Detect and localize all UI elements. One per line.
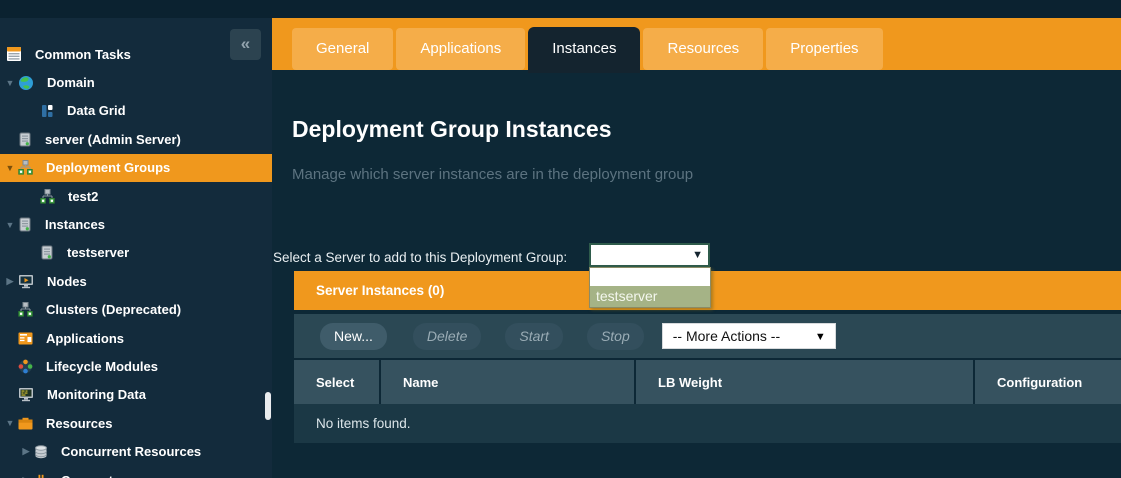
sidebar-item-label: Monitoring Data	[47, 387, 146, 402]
lifecycle-icon	[18, 359, 33, 374]
chevron-collapsed-icon[interactable]: ▶	[2, 276, 18, 287]
chevron-collapsed-icon[interactable]: ▶	[18, 446, 34, 457]
sidebar-item-deployment-groups[interactable]: ▼ Deployment Groups	[0, 154, 272, 182]
column-header-configuration: Configuration	[975, 360, 1121, 404]
cluster-icon	[18, 160, 33, 175]
more-actions-value: -- More Actions --	[673, 328, 780, 344]
column-header-select: Select	[294, 360, 379, 404]
chevron-expanded-icon[interactable]: ▼	[2, 163, 18, 173]
chevron-down-icon: ▼	[692, 249, 703, 261]
chevron-expanded-icon[interactable]: ▼	[2, 220, 18, 230]
sidebar-item-label: Resources	[46, 416, 112, 431]
sidebar-item-common-tasks[interactable]: Common Tasks	[0, 40, 272, 68]
sidebar-item-resources[interactable]: ▼ Resources	[0, 409, 272, 437]
navigation-sidebar: « Common Tasks ▼ Domain Data Grid server…	[0, 18, 272, 478]
top-strip	[0, 0, 1121, 18]
sidebar-item-connectors[interactable]: ▶ Connectors	[0, 466, 272, 478]
server-select-dropdown[interactable]: ▼	[589, 243, 710, 267]
server-select-open-list: testserver	[589, 267, 711, 308]
sidebar-item-label: Nodes	[47, 274, 87, 289]
sidebar-item-label: Connectors	[61, 473, 133, 478]
sidebar-item-label: server (Admin Server)	[45, 132, 181, 147]
tasks-icon	[6, 46, 22, 62]
sidebar-item-applications[interactable]: Applications	[0, 324, 272, 352]
delete-button[interactable]: Delete	[413, 323, 481, 350]
page-subtitle: Manage which server instances are in the…	[292, 166, 693, 183]
tab-general[interactable]: General	[292, 28, 393, 70]
more-actions-dropdown[interactable]: -- More Actions -- ▼	[662, 323, 836, 349]
table-empty-row: No items found.	[294, 404, 1121, 443]
sidebar-item-lifecycle-modules[interactable]: Lifecycle Modules	[0, 352, 272, 380]
server-icon	[18, 132, 32, 147]
column-header-lb-weight: LB Weight	[636, 360, 973, 404]
data-grid-icon	[40, 104, 54, 118]
sidebar-item-label: Applications	[46, 331, 124, 346]
server-select-label: Select a Server to add to this Deploymen…	[273, 250, 567, 265]
server-instances-table: Select Name LB Weight Configuration No i…	[294, 360, 1121, 443]
server-option-testserver[interactable]: testserver	[590, 286, 710, 307]
sidebar-item-label: Deployment Groups	[46, 160, 170, 175]
server-option-blank[interactable]	[590, 268, 710, 286]
server-icon	[40, 245, 54, 260]
sidebar-item-label: Clusters (Deprecated)	[46, 302, 181, 317]
page-title: Deployment Group Instances	[292, 116, 612, 143]
server-icon	[18, 217, 32, 232]
sidebar-item-monitoring-data[interactable]: Monitoring Data	[0, 381, 272, 409]
sidebar-item-instances[interactable]: ▼ Instances	[0, 210, 272, 238]
tab-properties[interactable]: Properties	[766, 28, 882, 70]
tab-resources[interactable]: Resources	[643, 28, 763, 70]
tab-instances[interactable]: Instances	[528, 27, 640, 73]
tab-applications[interactable]: Applications	[396, 28, 525, 70]
sidebar-item-concurrent-resources[interactable]: ▶ Concurrent Resources	[0, 437, 272, 465]
tab-bar: General Applications Instances Resources…	[272, 18, 1121, 70]
sidebar-item-domain[interactable]: ▼ Domain	[0, 68, 272, 96]
sidebar-item-data-grid[interactable]: Data Grid	[0, 97, 272, 125]
server-instances-title: Server Instances (0)	[316, 283, 444, 298]
plug-icon	[34, 473, 48, 478]
main-content: Deployment Group Instances Manage which …	[272, 70, 1121, 478]
sidebar-item-nodes[interactable]: ▶ Nodes	[0, 267, 272, 295]
start-button[interactable]: Start	[505, 323, 563, 350]
sidebar-item-testserver[interactable]: testserver	[0, 239, 272, 267]
resources-box-icon	[18, 417, 33, 430]
sidebar-item-clusters-deprecated[interactable]: Clusters (Deprecated)	[0, 296, 272, 324]
column-header-name: Name	[381, 360, 634, 404]
sidebar-item-label: Instances	[45, 217, 105, 232]
chevron-expanded-icon[interactable]: ▼	[2, 418, 18, 428]
sidebar-item-label: testserver	[67, 245, 129, 260]
sidebar-item-label: Data Grid	[67, 103, 126, 118]
globe-icon	[18, 75, 34, 91]
chevron-expanded-icon[interactable]: ▼	[2, 78, 18, 88]
cluster-icon	[18, 302, 33, 317]
cluster-icon	[40, 189, 55, 204]
chevron-down-icon: ▼	[815, 325, 826, 349]
sidebar-scrollbar-thumb[interactable]	[265, 392, 271, 420]
table-header-row: Select Name LB Weight Configuration	[294, 360, 1121, 404]
monitoring-icon	[18, 387, 34, 402]
sidebar-item-label: test2	[68, 189, 98, 204]
sidebar-item-label: Lifecycle Modules	[46, 359, 158, 374]
sidebar-item-label: Concurrent Resources	[61, 444, 201, 459]
stop-button[interactable]: Stop	[587, 323, 644, 350]
applications-icon	[18, 332, 33, 345]
sidebar-item-test2[interactable]: test2	[0, 182, 272, 210]
sidebar-item-label: Domain	[47, 75, 95, 90]
node-monitor-icon	[18, 274, 34, 289]
chevron-collapsed-icon[interactable]: ▶	[18, 475, 34, 478]
navigation-tree: Common Tasks ▼ Domain Data Grid server (…	[0, 40, 272, 478]
new-button[interactable]: New...	[320, 323, 387, 350]
sidebar-item-label: Common Tasks	[35, 47, 131, 62]
admin-console-page: « Common Tasks ▼ Domain Data Grid server…	[0, 0, 1121, 478]
database-icon	[34, 445, 48, 459]
instances-toolbar: New... Delete Start Stop -- More Actions…	[294, 314, 1121, 358]
sidebar-item-server-admin[interactable]: server (Admin Server)	[0, 125, 272, 153]
